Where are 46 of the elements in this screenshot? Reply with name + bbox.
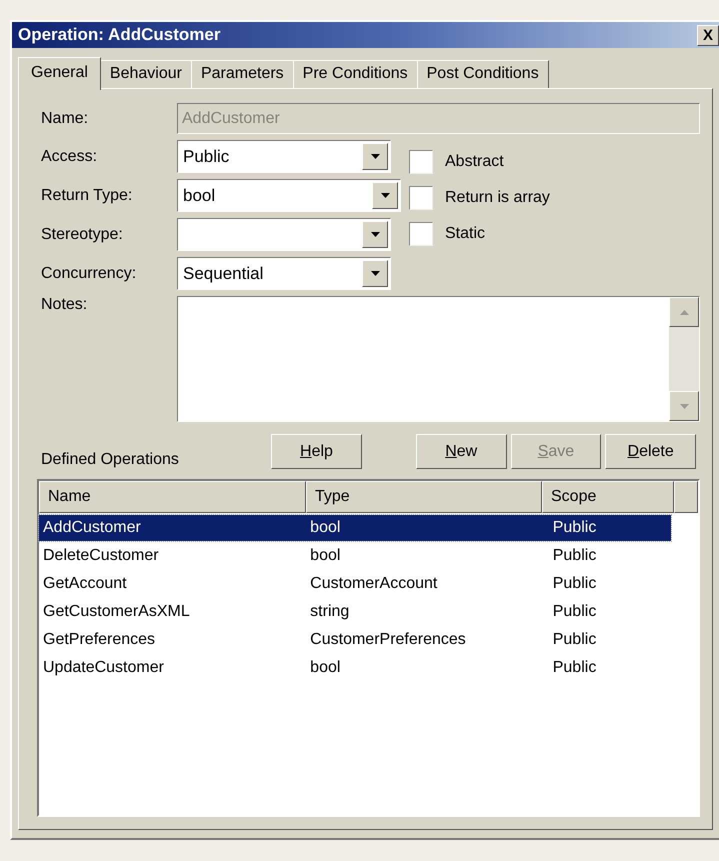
field-label: Return Type: bbox=[41, 186, 134, 204]
checkbox-label: Static bbox=[445, 225, 486, 243]
list-row[interactable]: GetPreferences CustomerPreferences Public bbox=[39, 627, 671, 653]
tab[interactable]: Post Conditions bbox=[416, 60, 549, 88]
checkbox-label: Abstract bbox=[445, 153, 504, 171]
caret-down-icon bbox=[380, 193, 390, 198]
scroll-down-button[interactable] bbox=[669, 391, 699, 421]
scrollbar[interactable] bbox=[669, 297, 699, 421]
column-header[interactable]: Name bbox=[39, 481, 306, 513]
field-label: Name: bbox=[41, 110, 90, 128]
tab[interactable]: Pre Conditions bbox=[292, 60, 418, 88]
caret-down-icon bbox=[680, 404, 688, 408]
dropdown[interactable]: Sequential bbox=[177, 257, 391, 290]
scroll-up-button[interactable] bbox=[669, 297, 699, 327]
checkbox[interactable] bbox=[409, 150, 433, 174]
list-row[interactable]: GetAccount CustomerAccount Public bbox=[39, 571, 671, 597]
field-label: Notes: bbox=[41, 296, 88, 314]
field-label: Access: bbox=[41, 148, 98, 166]
window-title: Operation: AddCustomer bbox=[18, 25, 220, 45]
checkbox[interactable] bbox=[409, 186, 433, 210]
column-header[interactable] bbox=[674, 481, 698, 513]
dropdown[interactable]: bool bbox=[177, 179, 401, 212]
list-row[interactable]: UpdateCustomer bool Public bbox=[39, 655, 671, 681]
section-label: Defined Operations bbox=[41, 451, 180, 469]
close-button[interactable]: X bbox=[697, 24, 719, 46]
caret-up-icon bbox=[680, 310, 688, 314]
column-header[interactable]: Scope bbox=[542, 481, 674, 513]
push-button[interactable]: Delete bbox=[605, 434, 696, 469]
tab[interactable]: General bbox=[18, 57, 101, 90]
tab[interactable]: Parameters bbox=[190, 60, 294, 88]
notes-field[interactable] bbox=[177, 296, 700, 422]
push-button[interactable]: New bbox=[416, 434, 507, 469]
field-label: Concurrency: bbox=[41, 264, 138, 282]
list-row[interactable]: GetCustomerAsXML string Public bbox=[39, 599, 671, 625]
caret-down-icon bbox=[370, 271, 380, 276]
list-row[interactable]: AddCustomer bool Public bbox=[39, 515, 671, 541]
caret-down-icon bbox=[370, 232, 380, 237]
list-row[interactable]: DeleteCustomer bool Public bbox=[39, 543, 671, 569]
dropdown[interactable] bbox=[177, 218, 391, 251]
checkbox-label: Return is array bbox=[445, 189, 550, 207]
checkbox[interactable] bbox=[409, 222, 433, 246]
caret-down-icon bbox=[370, 154, 380, 159]
dropdown[interactable]: Public bbox=[177, 140, 391, 173]
push-button[interactable]: Help bbox=[271, 434, 362, 469]
field-label: Stereotype: bbox=[41, 226, 124, 244]
column-header[interactable]: Type bbox=[306, 481, 542, 513]
